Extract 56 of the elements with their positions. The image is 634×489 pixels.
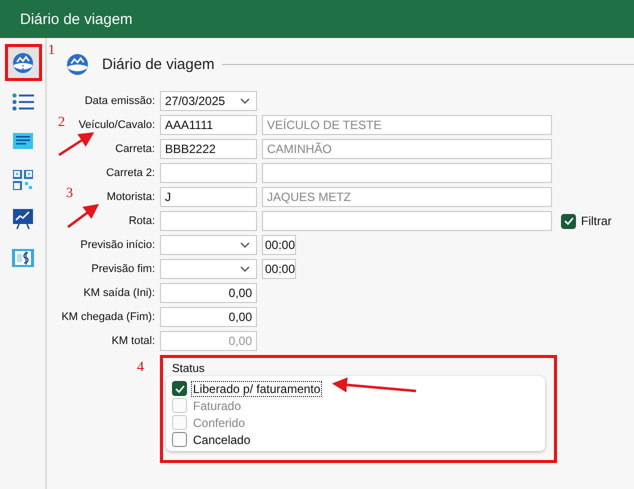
field-label: Previsão início: (80, 239, 155, 251)
field-label: Carreta 2: (106, 167, 155, 179)
annotation-arrow (67, 204, 100, 228)
code-field[interactable]: BBB2222 (160, 139, 257, 159)
money-document-icon (12, 248, 34, 268)
code-field[interactable] (160, 163, 257, 183)
status-option-label: Conferido (192, 414, 246, 430)
qr-code-icon (12, 170, 32, 190)
number-field[interactable]: 0,00 (160, 307, 257, 327)
globe-chart-icon (66, 52, 89, 76)
time-field[interactable]: 00:00 (262, 259, 296, 279)
status-option-label: Faturado (192, 398, 242, 414)
filter-label: Filtrar (581, 214, 612, 228)
check-icon (564, 217, 574, 225)
annotation-arrow (58, 132, 94, 156)
code-field[interactable]: AAA1111 (160, 115, 257, 135)
window-title: Diário de viagem (20, 10, 133, 28)
description-field[interactable]: VEÍCULO DE TESTE (262, 115, 552, 135)
field-label: Carreta: (115, 143, 155, 155)
field-label: KM saída (Ini): (83, 287, 155, 299)
status-checkbox[interactable] (172, 432, 187, 447)
field-label: Data emissão: (84, 95, 155, 107)
chart-board-icon (12, 208, 34, 230)
highlight-frame (5, 44, 42, 81)
globe-chart-icon (12, 52, 34, 74)
description-field[interactable]: CAMINHÃO (262, 139, 552, 159)
description-field[interactable] (262, 211, 552, 231)
status-option-label: Liberado p/ faturamento (191, 380, 322, 396)
chevron-down-icon (240, 98, 250, 104)
description-field[interactable]: JAQUES METZ (262, 187, 552, 207)
field-label: Rota: (128, 215, 155, 227)
field-label: KM total: (112, 335, 155, 347)
field-label: Veículo/Cavalo: (78, 119, 155, 131)
annotation-number: 4 (137, 360, 144, 376)
description-field[interactable] (262, 163, 552, 183)
chevron-down-icon (240, 266, 250, 272)
field-label: KM chegada (Fim): (61, 311, 155, 323)
chevron-down-icon (240, 242, 250, 248)
field-label: Motorista: (106, 191, 155, 203)
check-icon (174, 384, 184, 392)
code-field[interactable] (160, 211, 257, 231)
status-checkbox[interactable] (172, 381, 187, 396)
annotation-number: 3 (66, 186, 73, 202)
annotation-number: 1 (48, 43, 55, 59)
list-icon (12, 93, 34, 111)
filter-checkbox[interactable] (561, 214, 576, 228)
code-field[interactable]: J (160, 187, 257, 207)
document-icon (12, 133, 32, 149)
date-field[interactable]: 27/03/2025 (160, 91, 257, 111)
section-title: Diário de viagem (102, 56, 215, 72)
number-field[interactable]: 0,00 (160, 283, 257, 303)
field-label: Previsão fim: (91, 263, 155, 275)
status-option-label: Cancelado (192, 432, 252, 448)
annotation-number: 2 (58, 115, 65, 131)
group-title: Status (172, 363, 206, 375)
time-field[interactable]: 00:00 (262, 235, 296, 255)
